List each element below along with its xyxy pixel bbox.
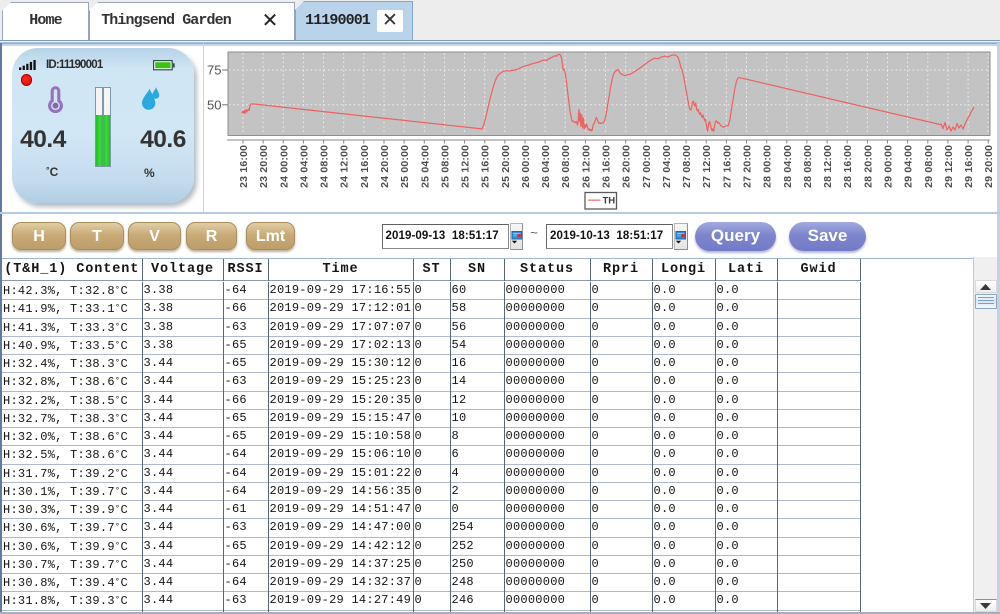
svg-text:TH: TH — [603, 196, 616, 207]
svg-text:29 12:00: 29 12:00 — [943, 145, 955, 188]
svg-text:29 04:00: 29 04:00 — [903, 145, 915, 188]
svg-text:29 08:00: 29 08:00 — [923, 145, 935, 188]
svg-text:24 08:00: 24 08:00 — [319, 145, 331, 188]
svg-text:24 12:00: 24 12:00 — [339, 145, 351, 188]
svg-text:27 20:00: 27 20:00 — [742, 145, 754, 188]
svg-text:26 08:00: 26 08:00 — [560, 145, 572, 188]
svg-text:28 08:00: 28 08:00 — [802, 145, 814, 188]
svg-text:50: 50 — [207, 97, 221, 112]
svg-text:28 16:00: 28 16:00 — [842, 145, 854, 188]
svg-text:27 04:00: 27 04:00 — [661, 145, 673, 188]
svg-text:26 00:00: 26 00:00 — [520, 145, 532, 188]
svg-text:75: 75 — [207, 63, 221, 78]
svg-text:26 12:00: 26 12:00 — [580, 145, 592, 188]
svg-text:26 20:00: 26 20:00 — [621, 145, 633, 188]
svg-text:27 08:00: 27 08:00 — [681, 145, 693, 188]
svg-text:24 04:00: 24 04:00 — [298, 145, 310, 188]
svg-text:27 00:00: 27 00:00 — [641, 145, 653, 188]
svg-text:28 12:00: 28 12:00 — [822, 145, 834, 188]
svg-text:25 20:00: 25 20:00 — [500, 145, 512, 188]
svg-text:24 00:00: 24 00:00 — [278, 145, 290, 188]
svg-text:28 04:00: 28 04:00 — [782, 145, 794, 188]
svg-text:29 00:00: 29 00:00 — [883, 145, 895, 188]
svg-text:28 20:00: 28 20:00 — [862, 145, 874, 188]
svg-text:28 00:00: 28 00:00 — [762, 145, 774, 188]
svg-text:23 20:00: 23 20:00 — [258, 145, 270, 188]
svg-text:27 16:00: 27 16:00 — [721, 145, 733, 188]
svg-text:25 16:00: 25 16:00 — [480, 145, 492, 188]
svg-text:26 04:00: 26 04:00 — [540, 145, 552, 188]
svg-text:29 16:00: 29 16:00 — [963, 145, 975, 188]
svg-text:29 20:00: 29 20:00 — [983, 145, 995, 188]
svg-text:24 16:00: 24 16:00 — [359, 145, 371, 188]
svg-text:25 12:00: 25 12:00 — [460, 145, 472, 188]
svg-text:24 20:00: 24 20:00 — [379, 145, 391, 188]
svg-text:23 16:00: 23 16:00 — [238, 145, 250, 188]
svg-text:27 12:00: 27 12:00 — [701, 145, 713, 188]
svg-text:25 08:00: 25 08:00 — [439, 145, 451, 188]
svg-text:26 16:00: 26 16:00 — [601, 145, 613, 188]
svg-text:25 00:00: 25 00:00 — [399, 145, 411, 188]
svg-text:25 04:00: 25 04:00 — [419, 145, 431, 188]
